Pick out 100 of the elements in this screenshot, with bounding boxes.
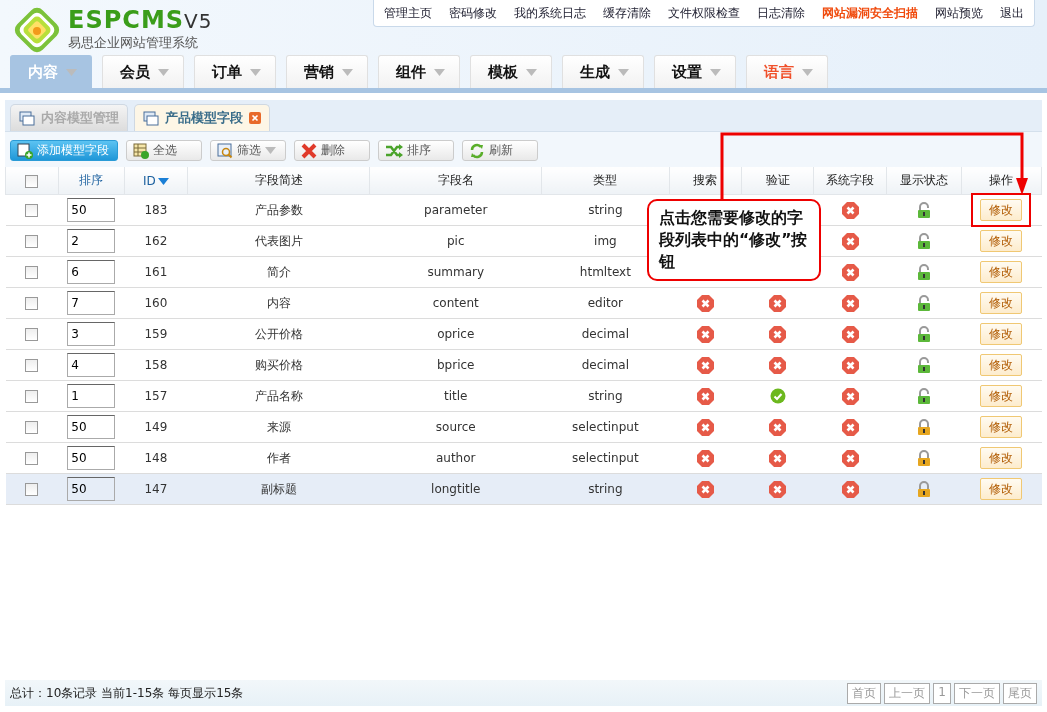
page-tab[interactable]: 产品模型字段 bbox=[134, 104, 270, 131]
caret-icon bbox=[434, 68, 445, 76]
column-header[interactable]: ID bbox=[124, 167, 188, 195]
row-checkbox[interactable] bbox=[25, 235, 39, 248]
row-checkbox[interactable] bbox=[25, 359, 39, 372]
order-input[interactable]: 6 bbox=[67, 260, 116, 284]
table-cell: 产品参数 bbox=[187, 194, 370, 226]
table-row[interactable]: 4 158 购买价格 bprice decimal 修改 bbox=[5, 349, 1042, 381]
toolbar-button[interactable]: 筛选 bbox=[210, 140, 286, 161]
row-checkbox[interactable] bbox=[25, 483, 39, 496]
table-row[interactable]: 50 148 作者 author selectinput 修改 bbox=[5, 442, 1042, 474]
edit-button[interactable]: 修改 bbox=[980, 323, 1023, 345]
order-input[interactable]: 4 bbox=[67, 353, 116, 377]
row-checkbox[interactable] bbox=[25, 421, 39, 434]
nav-tab[interactable]: 模板 bbox=[470, 55, 552, 88]
edit-button[interactable]: 修改 bbox=[980, 385, 1023, 407]
edit-button[interactable]: 修改 bbox=[980, 230, 1023, 252]
nav-tab[interactable]: 订单 bbox=[194, 55, 276, 88]
row-checkbox[interactable] bbox=[25, 390, 39, 403]
top-link[interactable]: 日志清除 bbox=[757, 4, 805, 22]
table-cell: 183 bbox=[124, 194, 188, 226]
nav-tab[interactable]: 设置 bbox=[654, 55, 736, 88]
table-cell: 157 bbox=[124, 380, 188, 412]
edit-button[interactable]: 修改 bbox=[980, 292, 1023, 314]
cross-icon bbox=[696, 387, 714, 405]
edit-button[interactable]: 修改 bbox=[980, 478, 1023, 500]
edit-button[interactable]: 修改 bbox=[980, 447, 1023, 469]
column-header[interactable]: 排序 bbox=[58, 167, 125, 195]
column-header: 类型 bbox=[541, 167, 670, 195]
window-icon bbox=[143, 110, 159, 126]
table-cell: author bbox=[369, 442, 542, 474]
cross-icon bbox=[841, 449, 859, 467]
column-header: 字段简述 bbox=[187, 167, 370, 195]
nav-tab[interactable]: 组件 bbox=[378, 55, 460, 88]
top-link[interactable]: 网站漏洞安全扫描 bbox=[822, 4, 918, 22]
toolbar-button[interactable]: 排序 bbox=[378, 140, 454, 161]
order-input[interactable]: 1 bbox=[67, 384, 116, 408]
top-link[interactable]: 我的系统日志 bbox=[514, 4, 586, 22]
cross-icon bbox=[696, 356, 714, 374]
cross-icon bbox=[841, 232, 859, 250]
select-all-checkbox[interactable] bbox=[25, 174, 39, 188]
highlight-frame bbox=[971, 193, 1031, 227]
order-input[interactable]: 50 bbox=[67, 477, 116, 501]
table-cell: selectinput bbox=[541, 442, 670, 474]
table-row[interactable]: 50 147 副标题 longtitle string 修改 bbox=[5, 473, 1042, 505]
table-row[interactable]: 50 149 来源 source selectinput 修改 bbox=[5, 411, 1042, 443]
row-checkbox[interactable] bbox=[25, 452, 39, 465]
top-link[interactable]: 管理主页 bbox=[384, 4, 432, 22]
toolbar-button[interactable]: 删除 bbox=[294, 140, 370, 161]
caret-icon bbox=[526, 68, 537, 76]
row-checkbox[interactable] bbox=[25, 204, 39, 217]
cross-icon bbox=[696, 480, 714, 498]
cross-mark-icon bbox=[301, 142, 317, 159]
check-icon bbox=[769, 388, 786, 404]
table-row[interactable]: 3 159 公开价格 oprice decimal 修改 bbox=[5, 318, 1042, 350]
cross-icon bbox=[841, 325, 859, 343]
row-checkbox[interactable] bbox=[25, 297, 39, 310]
table-cell: 副标题 bbox=[187, 473, 370, 505]
caret-icon bbox=[802, 68, 813, 76]
table-row[interactable]: 1 157 产品名称 title string 修改 bbox=[5, 380, 1042, 412]
cross-icon bbox=[769, 480, 787, 498]
nav-tab[interactable]: 营销 bbox=[286, 55, 368, 88]
edit-button[interactable]: 修改 bbox=[980, 416, 1023, 438]
caret-icon bbox=[265, 147, 276, 154]
top-link[interactable]: 退出 bbox=[1000, 4, 1024, 22]
order-input[interactable]: 50 bbox=[67, 198, 116, 222]
brand-name: ESPCMSV5 bbox=[68, 7, 213, 34]
sort-down-icon bbox=[157, 177, 169, 185]
table-cell: 162 bbox=[124, 225, 188, 257]
edit-button[interactable]: 修改 bbox=[980, 354, 1023, 376]
toolbar-button[interactable]: 刷新 bbox=[462, 140, 538, 161]
top-link[interactable]: 文件权限检查 bbox=[668, 4, 740, 22]
order-input[interactable]: 50 bbox=[67, 415, 116, 439]
table-cell: 代表图片 bbox=[187, 225, 370, 257]
table-row[interactable]: 7 160 内容 content editor 修改 bbox=[5, 287, 1042, 319]
top-link[interactable]: 密码修改 bbox=[449, 4, 497, 22]
nav-tab[interactable]: 生成 bbox=[562, 55, 644, 88]
order-input[interactable]: 50 bbox=[67, 446, 116, 470]
caret-icon bbox=[342, 68, 353, 76]
edit-button[interactable]: 修改 bbox=[980, 261, 1023, 283]
edit-button[interactable]: 修改 bbox=[980, 199, 1023, 221]
table-cell: editor bbox=[541, 287, 670, 319]
order-input[interactable]: 3 bbox=[67, 322, 116, 346]
caret-icon bbox=[250, 68, 261, 76]
table-cell: title bbox=[369, 380, 542, 412]
row-checkbox[interactable] bbox=[25, 328, 39, 341]
row-checkbox[interactable] bbox=[25, 266, 39, 279]
table-cell: 公开价格 bbox=[187, 318, 370, 350]
top-link[interactable]: 网站预览 bbox=[935, 4, 983, 22]
close-icon[interactable] bbox=[249, 112, 261, 124]
column-header: 字段名 bbox=[369, 167, 542, 195]
order-input[interactable]: 2 bbox=[67, 229, 116, 253]
nav-tab[interactable]: 会员 bbox=[102, 55, 184, 88]
order-input[interactable]: 7 bbox=[67, 291, 116, 315]
column-header: 显示状态 bbox=[886, 167, 962, 195]
brand-subtitle: 易思企业网站管理系统 bbox=[68, 34, 199, 52]
toolbar-button[interactable]: 全选 bbox=[126, 140, 202, 161]
caret-icon bbox=[618, 68, 629, 76]
table-cell: decimal bbox=[541, 349, 670, 381]
top-link[interactable]: 缓存清除 bbox=[603, 4, 651, 22]
